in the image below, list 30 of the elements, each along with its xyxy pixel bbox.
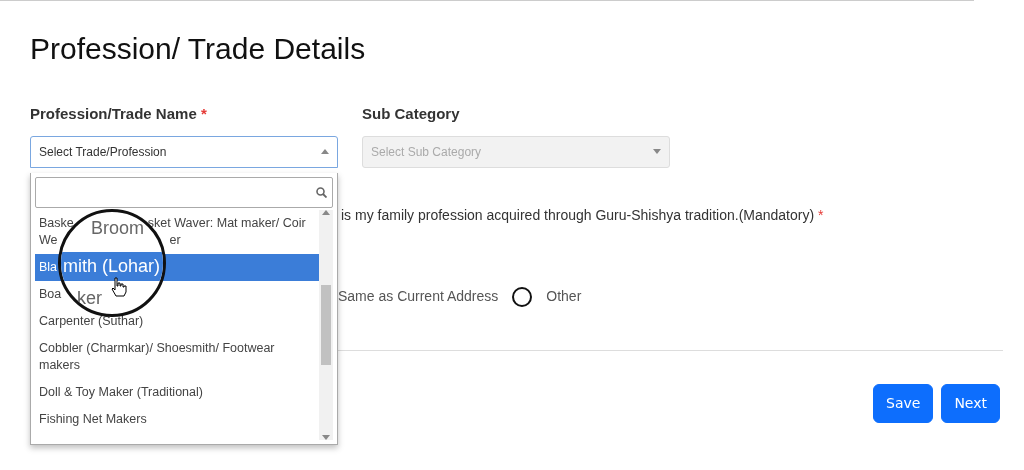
dropdown-option-text[interactable]: Fishing Net Makers xyxy=(39,411,147,428)
declaration-text: is my family profession acquired through Guru-Shishya tradition.(Mandatory) * xyxy=(341,206,824,225)
magnified-text: ker xyxy=(77,288,102,308)
search-icon xyxy=(316,187,327,198)
field-label: Profession/Trade Name * xyxy=(30,104,208,124)
required-mark: * xyxy=(818,207,824,223)
scrollbar[interactable] xyxy=(319,210,333,440)
dropdown-option-text[interactable]: Boa xyxy=(39,286,62,303)
button[interactable]: Save xyxy=(873,384,934,423)
dropdown-option-text[interactable]: Doll & Toy Maker (Traditional) xyxy=(39,384,203,401)
caret-icon xyxy=(322,210,330,215)
caret-icon xyxy=(322,435,330,440)
page-heading: Profession/ Trade Details xyxy=(30,31,367,67)
dropdown-option-text[interactable]: Cobbler (Charmkar)/ Shoesmith/ Footwear makers xyxy=(39,340,304,374)
dropdown-option-text[interactable]: Carpenter (Suthar) xyxy=(39,313,144,330)
button[interactable]: Next xyxy=(941,384,1000,423)
radio-label: Same as Current Address xyxy=(338,287,499,306)
radio-button[interactable] xyxy=(512,286,533,307)
caret-icon xyxy=(653,149,661,154)
select-field[interactable]: Select Trade/Profession xyxy=(30,135,338,168)
hand-cursor-icon xyxy=(111,277,127,297)
dropdown-option-text[interactable]: er xyxy=(169,232,181,249)
magnified-text: mith (Lohar) xyxy=(63,256,161,276)
magnified-text: Broom xyxy=(91,218,144,238)
radio-label: Other xyxy=(546,287,582,306)
field-label: Sub Category xyxy=(362,104,461,124)
caret-icon xyxy=(321,149,329,154)
search-field[interactable] xyxy=(35,177,333,208)
required-mark: * xyxy=(200,105,207,122)
dropdown-option-text[interactable]: We xyxy=(39,232,58,249)
